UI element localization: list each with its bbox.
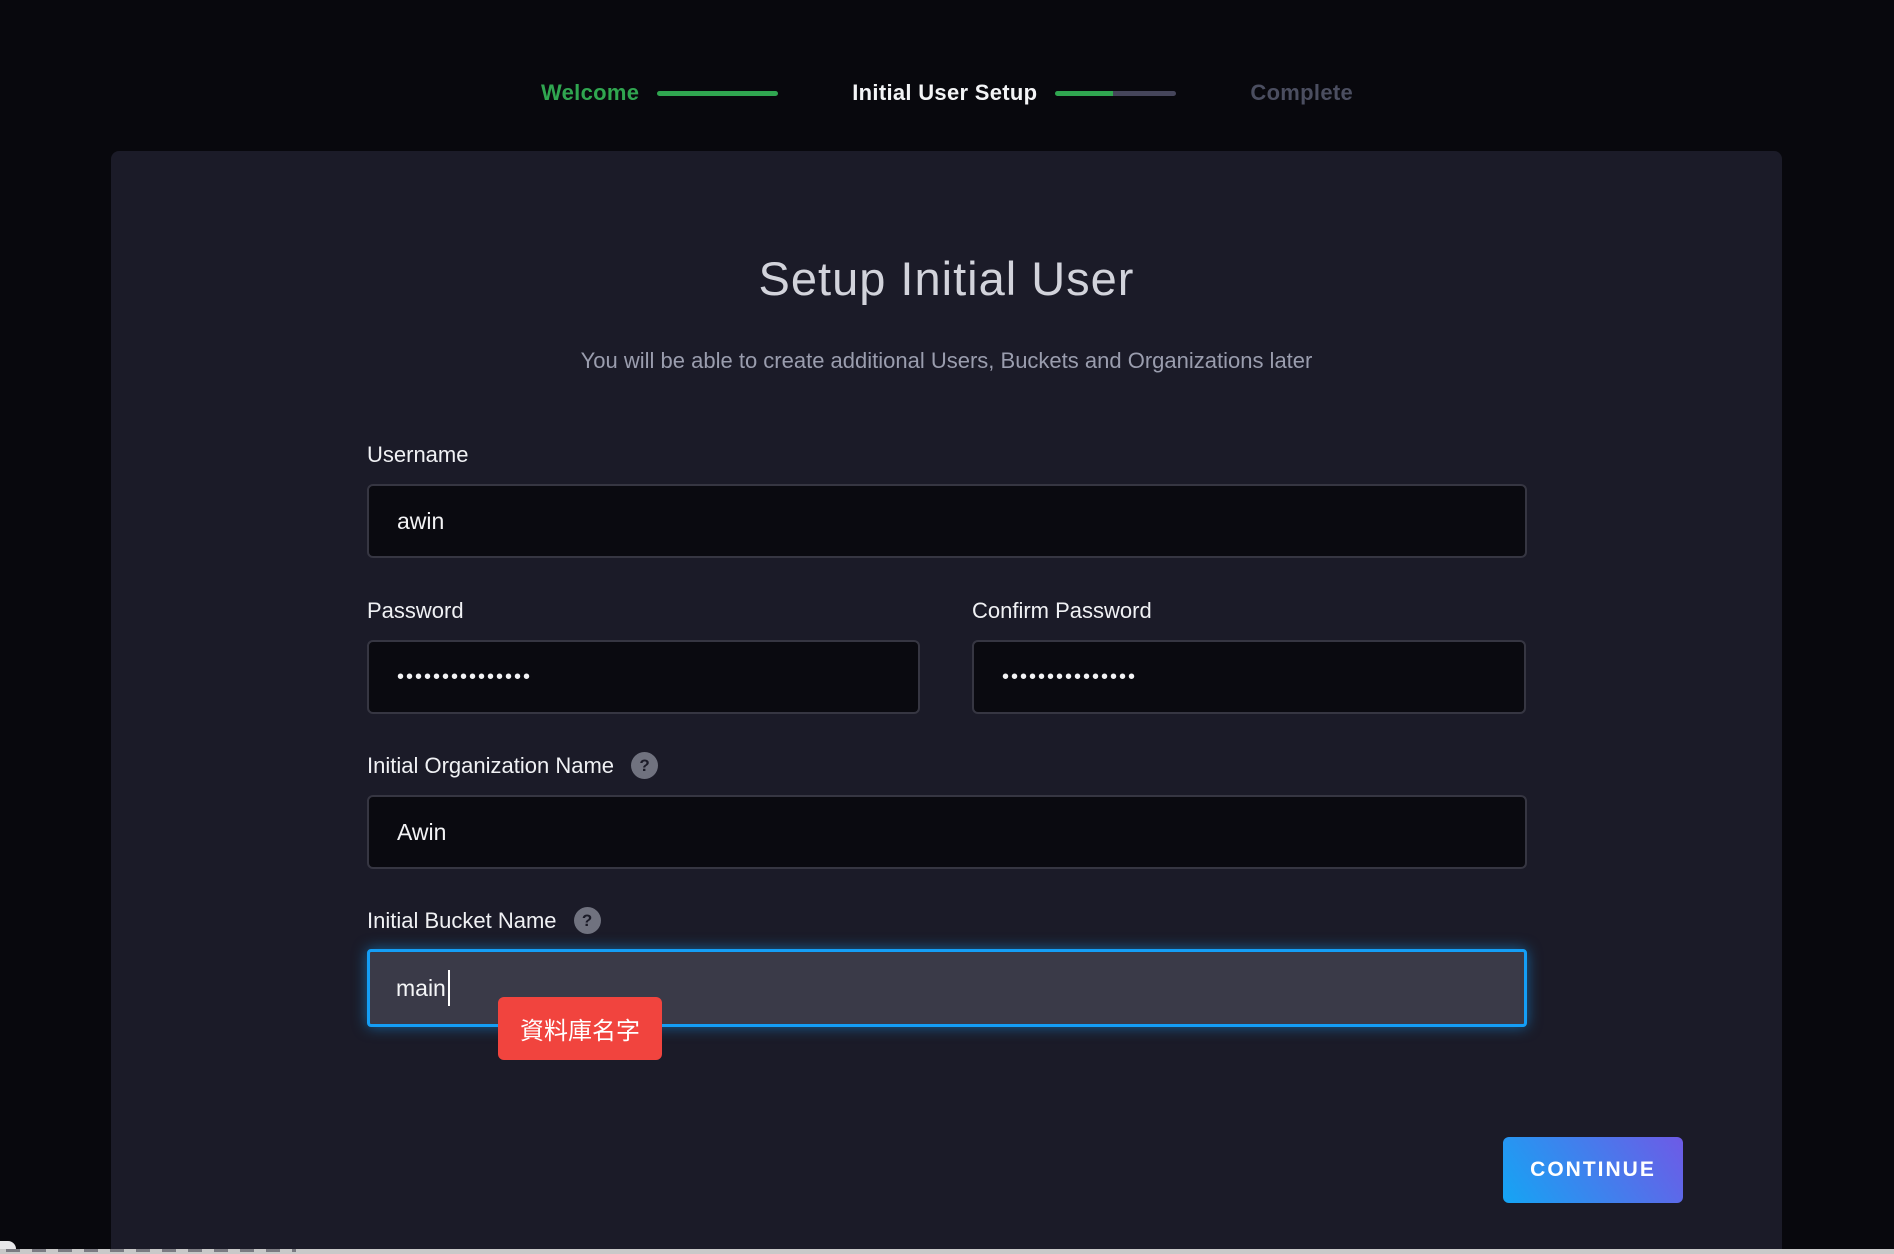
password-input[interactable] bbox=[367, 640, 920, 714]
stepper-step-initial-user-setup-label: Initial User Setup bbox=[852, 80, 1037, 106]
stepper-step-complete[interactable]: Complete bbox=[1250, 80, 1353, 106]
password-label-text: Password bbox=[367, 598, 464, 624]
bottom-edge-strip bbox=[0, 1249, 1894, 1254]
stepper-step-welcome-label: Welcome bbox=[541, 80, 639, 106]
stepper-step-welcome[interactable]: Welcome bbox=[541, 80, 778, 106]
setup-card: Setup Initial User You will be able to c… bbox=[111, 151, 1782, 1254]
continue-button[interactable]: CONTINUE bbox=[1503, 1137, 1683, 1203]
text-cursor bbox=[448, 970, 450, 1006]
stepper-progress-line-initial-user-setup bbox=[1055, 91, 1176, 96]
bucket-label-text: Initial Bucket Name bbox=[367, 908, 557, 934]
bucket-annotation-tooltip: 資料庫名字 bbox=[498, 997, 662, 1060]
username-label: Username bbox=[367, 441, 468, 468]
stepper-step-initial-user-setup[interactable]: Initial User Setup bbox=[852, 80, 1176, 106]
username-input[interactable] bbox=[367, 484, 1527, 558]
bucket-label: Initial Bucket Name ? bbox=[367, 907, 601, 934]
organization-label-text: Initial Organization Name bbox=[367, 753, 614, 779]
organization-input[interactable] bbox=[367, 795, 1527, 869]
confirm-password-label-text: Confirm Password bbox=[972, 598, 1152, 624]
stepper-step-complete-label: Complete bbox=[1250, 80, 1353, 106]
username-label-text: Username bbox=[367, 442, 468, 468]
initial-user-form: Username Password Confirm Password Initi… bbox=[367, 151, 1527, 1254]
password-label: Password bbox=[367, 597, 464, 624]
confirm-password-label: Confirm Password bbox=[972, 597, 1152, 624]
bucket-help-icon[interactable]: ? bbox=[574, 907, 601, 934]
stepper-progress-line-welcome bbox=[657, 91, 778, 96]
organization-help-icon[interactable]: ? bbox=[631, 752, 658, 779]
confirm-password-input[interactable] bbox=[972, 640, 1526, 714]
setup-stepper: Welcome Initial User Setup Complete bbox=[0, 80, 1894, 106]
organization-label: Initial Organization Name ? bbox=[367, 752, 658, 779]
bottom-edge-marks bbox=[6, 1249, 296, 1252]
bucket-input-value: main bbox=[396, 975, 446, 1002]
